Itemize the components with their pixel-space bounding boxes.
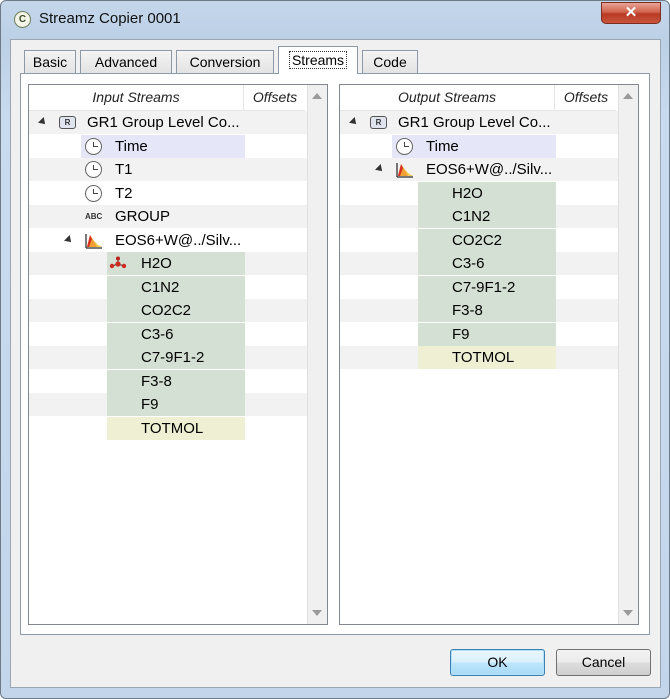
h2o-icon (109, 256, 127, 272)
tree-row[interactable]: C1N2 (29, 275, 307, 299)
stream-label: GROUP (115, 208, 171, 225)
stream-label: H2O (452, 184, 483, 202)
stream-label: CO2C2 (452, 231, 503, 249)
tab-streams[interactable]: Streams (278, 46, 358, 74)
stream-label: F3-8 (141, 372, 172, 390)
clock-icon (85, 184, 102, 202)
tree-row[interactable]: TOTMOL (340, 346, 618, 369)
tree-row[interactable]: C7-9F1-2 (29, 346, 307, 369)
eos-icon (85, 232, 103, 249)
stream-label: CO2C2 (141, 302, 192, 319)
scroll-down-icon[interactable] (623, 610, 633, 616)
expand-collapse-icon[interactable] (38, 117, 48, 127)
expand-collapse-icon[interactable] (64, 234, 74, 245)
stream-label: F3-8 (452, 302, 483, 319)
tab-advanced[interactable]: Advanced (80, 50, 172, 73)
row-highlight (107, 322, 245, 346)
tree-row[interactable]: T1 (29, 158, 307, 181)
row-highlight (81, 134, 245, 158)
tree-row[interactable]: Time (29, 134, 307, 158)
stream-label: TOTMOL (141, 419, 204, 437)
stream-label: T2 (115, 184, 133, 202)
row-highlight (418, 181, 556, 205)
clock-icon (85, 161, 102, 178)
stream-label: C1N2 (452, 208, 491, 225)
stream-label: C3-6 (141, 325, 174, 343)
close-button[interactable]: ✕ (601, 2, 661, 24)
tree-row[interactable]: CO2C2 (29, 299, 307, 322)
row-highlight (418, 252, 556, 275)
tree-row[interactable]: CO2C2 (340, 228, 618, 252)
expand-collapse-icon[interactable] (375, 164, 385, 174)
stream-label: C7-9F1-2 (141, 349, 205, 366)
row-highlight (392, 134, 556, 158)
scroll-down-icon[interactable] (312, 610, 322, 616)
tab-basic[interactable]: Basic (24, 50, 76, 73)
title-bar[interactable]: C Streamz Copier 0001 ✕ (1, 1, 669, 39)
stream-label: Time (426, 137, 459, 155)
scroll-up-icon[interactable] (623, 93, 633, 99)
stream-label: T1 (115, 161, 133, 178)
tree-row[interactable]: F9 (340, 322, 618, 346)
tree-row[interactable]: T2 (29, 182, 307, 205)
stream-label: EOS6+W@../Silv... (426, 161, 553, 178)
r-icon: R (370, 116, 387, 129)
tab-code[interactable]: Code (362, 50, 418, 73)
row-highlight (418, 299, 556, 322)
row-highlight (107, 393, 245, 416)
input-offsets-column-header[interactable]: Offsets (244, 85, 306, 110)
tree-row[interactable]: TOTMOL (29, 416, 307, 440)
input-streams-tree[interactable]: Input Streams Offsets R GR1 Group Level C… (28, 84, 328, 625)
eos-icon (396, 161, 414, 178)
stream-label: GR1 Group Level Co... (398, 114, 551, 131)
tab-conversion[interactable]: Conversion (176, 50, 274, 73)
row-highlight (107, 252, 245, 275)
output-tree-scrollbar[interactable] (618, 85, 638, 624)
tree-row[interactable]: C7-9F1-2 (340, 275, 618, 299)
stream-label: TOTMOL (452, 349, 515, 366)
stream-label: F9 (141, 396, 159, 413)
tree-row[interactable]: R GR1 Group Level Co... (29, 111, 307, 134)
output-tree-header: Output Streams Offsets (340, 85, 616, 111)
clock-icon (396, 137, 413, 155)
tree-row[interactable]: C3-6 (340, 252, 618, 275)
input-tree-scrollbar[interactable] (307, 85, 327, 624)
tree-row[interactable]: R GR1 Group Level Co... (340, 111, 618, 134)
tree-row[interactable]: H2O (29, 252, 307, 275)
stream-label: H2O (141, 255, 172, 272)
row-highlight (418, 322, 556, 346)
scroll-up-icon[interactable] (312, 93, 322, 99)
stream-label: GR1 Group Level Co... (87, 114, 240, 131)
tree-row[interactable]: C3-6 (29, 322, 307, 346)
input-streams-column-header[interactable]: Input Streams (29, 85, 244, 110)
tree-row[interactable]: Time (340, 134, 618, 158)
window-title: Streamz Copier 0001 (39, 10, 181, 27)
tree-row[interactable]: ABC GROUP (29, 205, 307, 228)
clock-icon (85, 137, 102, 155)
stream-label: F9 (452, 325, 470, 343)
tree-row[interactable]: EOS6+W@../Silv... (29, 229, 307, 252)
tree-row[interactable]: H2O (340, 181, 618, 205)
input-tree-header: Input Streams Offsets (29, 85, 305, 111)
stream-label: C7-9F1-2 (452, 278, 516, 296)
output-offsets-column-header[interactable]: Offsets (555, 85, 617, 110)
ok-button[interactable]: OK (450, 649, 545, 676)
row-highlight (107, 369, 245, 393)
tree-row[interactable]: F3-8 (340, 299, 618, 322)
tree-row[interactable]: F9 (29, 393, 307, 416)
output-streams-column-header[interactable]: Output Streams (340, 85, 555, 110)
r-icon: R (59, 116, 76, 129)
tree-row[interactable]: EOS6+W@../Silv... (340, 158, 618, 181)
tree-row[interactable]: F3-8 (29, 369, 307, 393)
tree-row[interactable]: C1N2 (340, 205, 618, 228)
stream-label: C1N2 (141, 278, 180, 296)
abc-icon: ABC (85, 212, 103, 221)
stream-label: EOS6+W@../Silv... (115, 231, 242, 249)
stream-label: Time (115, 137, 148, 155)
app-icon: C (14, 11, 31, 28)
stream-label: C3-6 (452, 255, 485, 272)
output-streams-tree[interactable]: Output Streams Offsets R GR1 Group Level … (339, 84, 639, 625)
expand-collapse-icon[interactable] (349, 117, 359, 127)
cancel-button[interactable]: Cancel (556, 649, 651, 676)
